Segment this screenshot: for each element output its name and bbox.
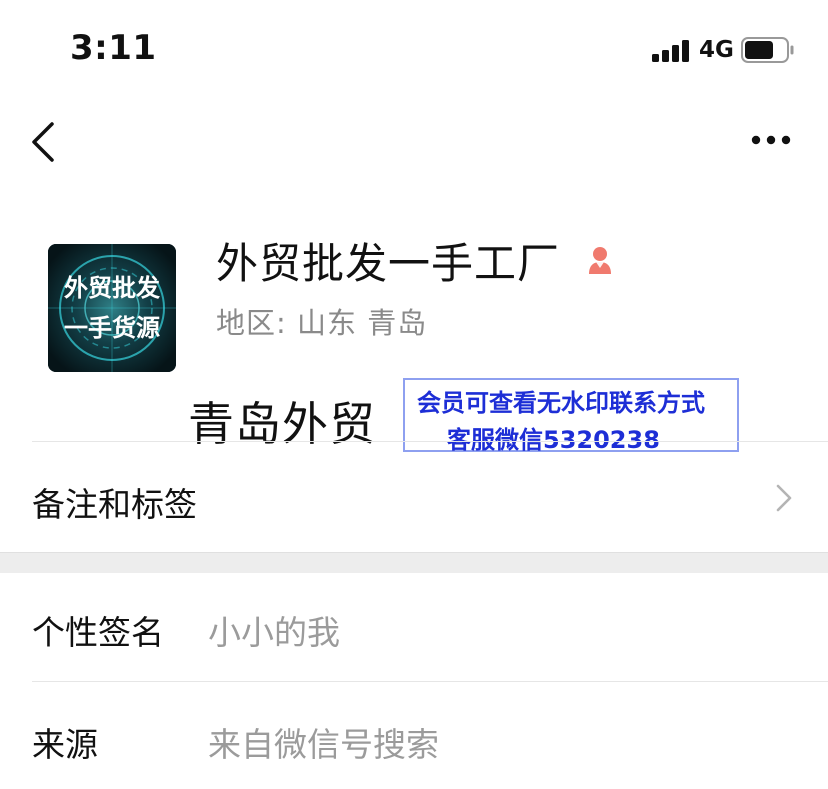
female-person-icon xyxy=(589,247,611,274)
avatar-logo-text: 外贸批发 xyxy=(64,273,160,302)
status-time: 3:11 xyxy=(70,28,157,68)
region-label: 地区: xyxy=(216,306,287,340)
avatar-logo-text: 一手货源 xyxy=(64,313,160,342)
region-value: 山东 青岛 xyxy=(297,306,428,340)
network-type: 4G xyxy=(699,37,734,63)
battery-icon xyxy=(741,37,794,63)
signature-label: 个性签名 xyxy=(32,613,164,652)
more-dots-icon xyxy=(751,135,791,145)
cellular-signal-icon xyxy=(652,40,689,62)
watermark-line1: 会员可查看无水印联系方式 xyxy=(417,389,705,417)
divider xyxy=(32,681,828,682)
chevron-left-icon xyxy=(32,122,54,162)
back-button[interactable] xyxy=(26,118,62,166)
signature-value: 小小的我 xyxy=(208,613,340,652)
section-separator xyxy=(0,552,828,573)
avatar[interactable]: 外贸批发 一手货源 xyxy=(48,244,176,372)
more-options-button[interactable] xyxy=(746,126,796,154)
chevron-right-icon xyxy=(776,484,792,512)
profile-name: 外贸批发一手工厂 xyxy=(216,239,561,288)
source-label: 来源 xyxy=(32,725,98,764)
remarks-and-tags-label: 备注和标签 xyxy=(32,485,197,524)
source-value: 来自微信号搜索 xyxy=(208,725,439,764)
region-info: 地区: 山东 青岛 xyxy=(216,300,427,342)
